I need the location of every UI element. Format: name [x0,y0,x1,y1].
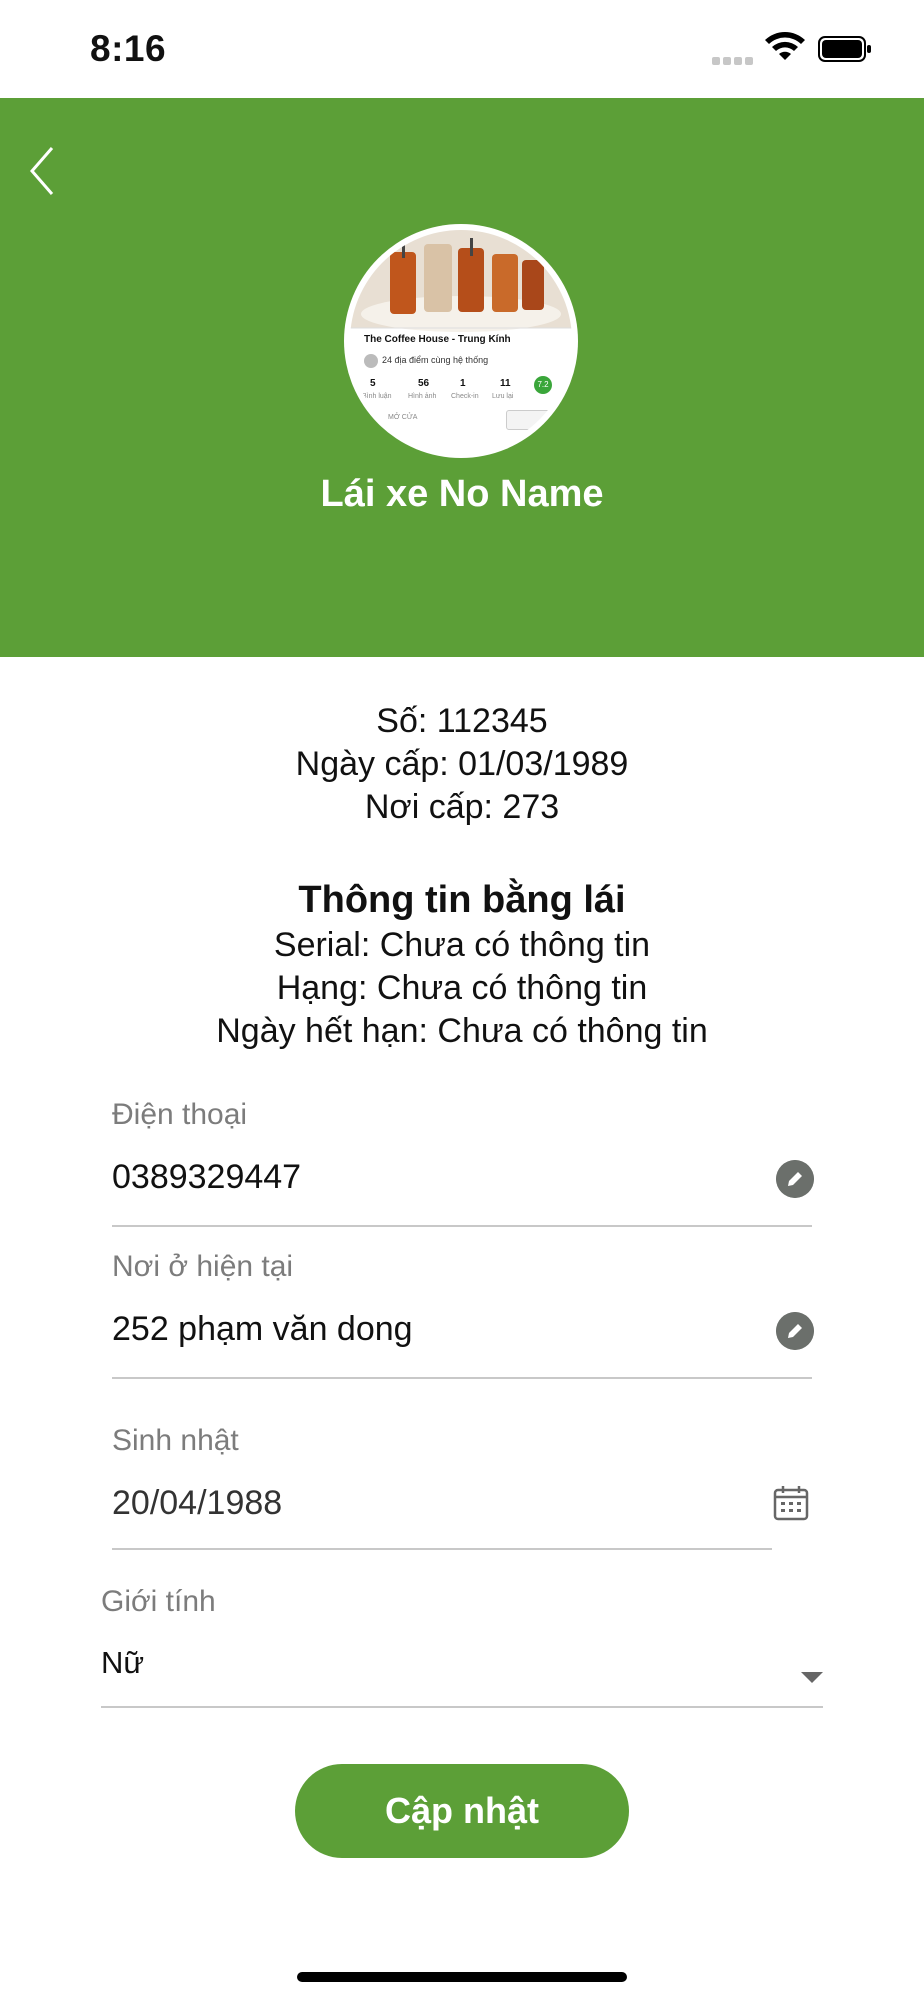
avatar-stat-value: 5 [370,378,376,389]
calendar-icon[interactable] [772,1484,810,1522]
edit-phone-icon[interactable] [776,1160,814,1198]
phone-underline [112,1225,812,1227]
gender-select[interactable]: Nữ [101,1645,144,1681]
gender-underline [101,1706,823,1708]
phone-field[interactable]: Điện thoại 0389329447 [112,1098,814,1228]
cellular-signal-icon [712,52,756,65]
avatar-stat-label: Hình ảnh [408,393,437,400]
avatar-stat-value: 11 [500,378,511,389]
status-time: 8:16 [90,28,167,69]
status-bar: 8:16 [0,0,924,98]
identity-info: Số: 112345 Ngày cấp: 01/03/1989 Nơi cấp:… [0,700,924,829]
avatar-stat-label: Bình luận [362,393,392,400]
avatar-open-label: MỞ CỬA [388,414,418,421]
phone-label: Điện thoại [112,1098,248,1131]
license-info: Thông tin bằng lái Serial: Chưa có thông… [0,876,924,1053]
license-serial: Serial: Chưa có thông tin [273,926,651,964]
avatar-locations: 24 địa điểm cùng hệ thống [382,355,489,365]
home-indicator [297,1972,627,1982]
address-field[interactable]: Nơi ở hiện tại 252 phạm văn dong [112,1250,814,1380]
edit-address-icon[interactable] [776,1312,814,1350]
id-number: Số: 112345 [376,702,548,740]
birthday-field[interactable]: Sinh nhật 20/04/1988 [112,1424,812,1554]
avatar-stat-value: 1 [460,378,466,389]
battery-icon [818,36,871,62]
id-issue-place: Nơi cấp: 273 [364,788,560,826]
location-icon [364,354,378,368]
wifi-icon [765,31,805,60]
avatar-shop-name: The Coffee House - Trung Kính [364,334,511,345]
birthday-label: Sinh nhật [112,1424,239,1457]
rating-badge: 7.2 [534,376,552,394]
profile-header: The Coffee House - Trung Kính 24 địa điể… [0,98,924,657]
phone-input[interactable]: 0389329447 [112,1158,301,1197]
license-title: Thông tin bằng lái [298,879,626,921]
chevron-down-icon[interactable] [801,1672,823,1683]
license-expiry: Ngày hết hạn: Chưa có thông tin [216,1012,708,1050]
birthday-input[interactable]: 20/04/1988 [112,1484,282,1523]
back-button[interactable] [22,138,66,204]
birthday-underline [112,1548,772,1550]
id-issue-date: Ngày cấp: 01/03/1989 [295,745,629,783]
gender-label: Giới tính [101,1585,216,1618]
update-button[interactable]: Cập nhật [295,1764,629,1858]
avatar-stat-label: Lưu lại [492,393,514,400]
avatar-bookmark-button [506,410,558,430]
address-input[interactable]: 252 phạm văn dong [112,1310,413,1349]
avatar-stat-value: 56 [418,378,430,389]
driver-name: Lái xe No Name [320,473,604,515]
gender-field[interactable]: Giới tính Nữ [101,1585,823,1709]
avatar-stat-label: Check-in [451,393,479,400]
address-underline [112,1377,812,1379]
license-class: Hạng: Chưa có thông tin [276,969,648,1007]
address-label: Nơi ở hiện tại [112,1250,294,1283]
avatar[interactable]: The Coffee House - Trung Kính 24 địa điể… [350,230,572,452]
